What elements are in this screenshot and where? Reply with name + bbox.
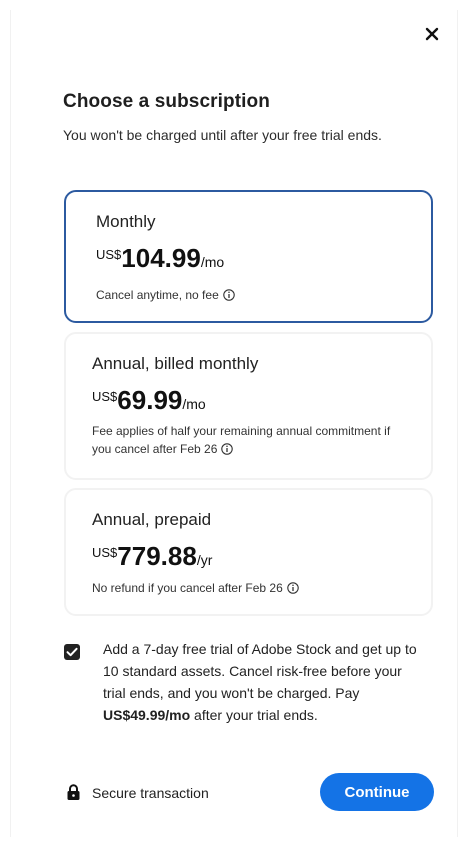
close-icon — [425, 27, 439, 41]
plan-card-annual-monthly[interactable]: Annual, billed monthly US$69.99/mo Fee a… — [64, 332, 433, 480]
checkmark-icon — [66, 647, 78, 657]
plan-name: Annual, prepaid — [92, 510, 212, 529]
price-amount: 779.88 — [117, 541, 197, 571]
plan-note: Cancel anytime, no fee — [96, 286, 416, 304]
price-currency: US$ — [92, 389, 118, 404]
plan-price: US$69.99/mo — [92, 385, 206, 416]
dialog-subtitle: You won't be charged until after your fr… — [63, 127, 382, 143]
addon-text-before: Add a 7-day free trial of Adobe Stock an… — [103, 641, 417, 701]
addon-price: US$49.99/mo — [103, 707, 191, 723]
plan-note-text: No refund if you cancel after Feb 26 — [92, 581, 283, 595]
info-icon[interactable] — [287, 582, 299, 594]
plan-note: Fee applies of half your remaining annua… — [92, 422, 412, 458]
plan-card-annual-prepaid[interactable]: Annual, prepaid US$779.88/yr No refund i… — [64, 488, 433, 616]
addon-description: Add a 7-day free trial of Adobe Stock an… — [103, 638, 425, 726]
plan-card-monthly[interactable]: Monthly US$104.99/mo Cancel anytime, no … — [64, 190, 433, 323]
price-currency: US$ — [92, 545, 118, 560]
plan-price: US$779.88/yr — [92, 541, 212, 572]
plan-note: No refund if you cancel after Feb 26 — [92, 579, 412, 597]
dialog-title: Choose a subscription — [63, 91, 270, 112]
price-currency: US$ — [96, 247, 122, 262]
continue-button[interactable]: Continue — [320, 773, 434, 811]
plan-name: Monthly — [96, 212, 156, 231]
price-period: /mo — [182, 396, 206, 412]
info-icon[interactable] — [221, 443, 234, 455]
lock-icon — [67, 784, 80, 800]
close-button[interactable] — [418, 20, 446, 48]
price-period: /mo — [200, 254, 225, 270]
plan-price: US$104.99/mo — [96, 243, 224, 274]
plan-note-text: Cancel anytime, no fee — [96, 288, 219, 302]
addon-checkbox[interactable] — [64, 644, 80, 660]
price-period: /yr — [196, 552, 213, 568]
price-amount: 69.99 — [117, 385, 183, 415]
addon-text-after: after your trial ends. — [190, 707, 318, 723]
plan-note-text: Fee applies of half your remaining annua… — [92, 424, 391, 456]
price-amount: 104.99 — [121, 243, 201, 273]
secure-label: Secure transaction — [92, 784, 209, 801]
plan-name: Annual, billed monthly — [92, 354, 259, 373]
info-icon[interactable] — [223, 289, 235, 301]
secure-transaction: Secure transaction — [66, 784, 209, 801]
